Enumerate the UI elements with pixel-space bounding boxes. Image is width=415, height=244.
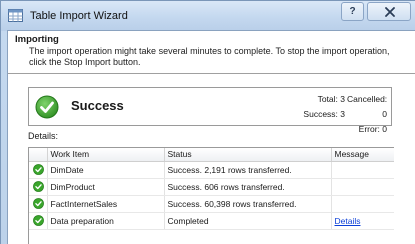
total-count: Total: 3 [317, 94, 345, 104]
table-row[interactable]: DimProduct Success. 606 rows transferred… [29, 178, 394, 196]
work-item-cell: Data preparation [47, 212, 165, 230]
grid-header-row: Work Item Status Message [29, 148, 394, 162]
table-row[interactable]: DimDate Success. 2,191 rows transferred. [29, 161, 394, 179]
stats-right: Cancelled: 0 Error: 0 [347, 92, 387, 137]
column-header-message[interactable]: Message [331, 148, 394, 162]
row-status-cell [29, 212, 48, 230]
check-circle-icon [33, 215, 44, 226]
title-bar: Table Import Wizard ? [1, 1, 415, 31]
page-title: Importing [15, 34, 59, 45]
status-text: Success [71, 98, 124, 113]
header-divider [8, 73, 415, 74]
details-label: Details: [28, 131, 59, 141]
stats-left: Total: 3 Success: 3 [299, 92, 345, 122]
table-row[interactable]: Data preparation Completed Details [29, 212, 394, 230]
details-grid: Work Item Status Message DimDate Success… [28, 147, 394, 244]
page-description: The import operation might take several … [29, 46, 390, 67]
row-status-cell [29, 161, 48, 179]
cancelled-count: Cancelled: 0 [347, 94, 388, 119]
status-cell: Success. 606 rows transferred. [164, 178, 332, 196]
window-title: Table Import Wizard [30, 10, 128, 22]
table-row[interactable]: FactInternetSales Success. 60,398 rows t… [29, 195, 394, 213]
message-cell: Details [331, 212, 394, 230]
help-button[interactable]: ? [341, 2, 364, 21]
success-count: Success: 3 [303, 109, 345, 119]
work-item-cell: DimDate [47, 161, 165, 179]
message-cell [331, 195, 394, 213]
work-item-cell: FactInternetSales [47, 195, 165, 213]
status-cell: Success. 2,191 rows transferred. [164, 161, 332, 179]
status-cell: Completed [164, 212, 332, 230]
check-circle-icon [33, 181, 44, 192]
status-panel: Success Total: 3 Success: 3 Cancelled: 0… [28, 87, 392, 134]
wizard-content: Importing The import operation might tak… [7, 30, 415, 244]
check-circle-icon [35, 95, 59, 121]
message-cell [331, 178, 394, 196]
row-status-cell [29, 178, 48, 196]
check-circle-icon [33, 164, 44, 175]
check-circle-icon [33, 198, 44, 209]
close-button[interactable] [367, 2, 411, 21]
column-header-icon [29, 148, 48, 162]
message-cell [331, 161, 394, 179]
error-count: Error: 0 [358, 124, 387, 134]
row-status-cell [29, 195, 48, 213]
column-header-work-item[interactable]: Work Item [47, 148, 165, 162]
close-icon [385, 7, 395, 17]
work-item-cell: DimProduct [47, 178, 165, 196]
column-header-status[interactable]: Status [164, 148, 332, 162]
table-wizard-icon [8, 9, 23, 22]
import-wizard-window: Table Import Wizard ? Importing The impo… [0, 0, 415, 244]
status-cell: Success. 60,398 rows transferred. [164, 195, 332, 213]
details-link[interactable]: Details [335, 216, 361, 226]
